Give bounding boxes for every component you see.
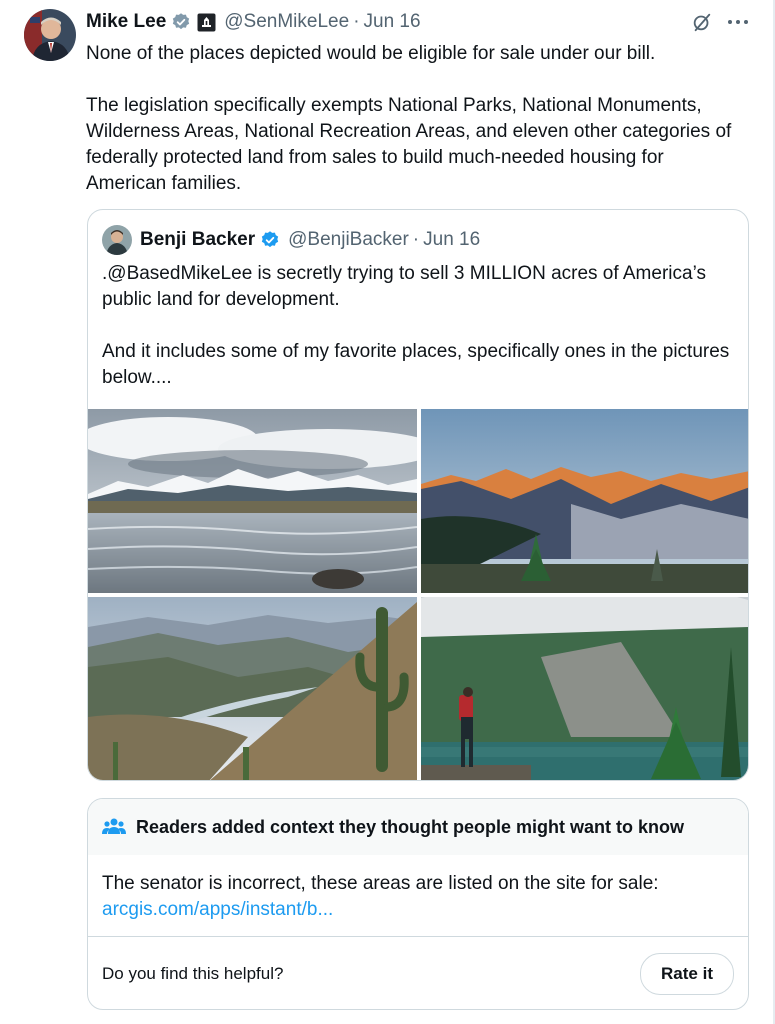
- quote-author-handle[interactable]: @BenjiBacker: [288, 229, 409, 251]
- photo-desert-saguaro[interactable]: [88, 597, 417, 780]
- rate-it-button[interactable]: Rate it: [640, 952, 734, 995]
- author-handle[interactable]: @SenMikeLee: [224, 11, 349, 33]
- photo-grid: [88, 409, 748, 780]
- verified-badge-icon: [171, 12, 191, 32]
- author-avatar[interactable]: [24, 9, 76, 61]
- government-affiliation-icon: [197, 13, 216, 32]
- quote-paragraph: .@BasedMikeLee is secretly trying to sel…: [102, 263, 706, 310]
- quote-author-avatar[interactable]: [102, 225, 132, 255]
- tweet-text: None of the places depicted would be eli…: [86, 41, 746, 197]
- photo-hiker-lake[interactable]: [421, 597, 748, 780]
- quote-text: .@BasedMikeLee is secretly trying to sel…: [102, 261, 732, 391]
- verified-badge-icon: [260, 230, 280, 250]
- quote-paragraph: And it includes some of my favorite plac…: [102, 341, 730, 388]
- community-note-text: The senator is incorrect, these areas ar…: [102, 873, 659, 894]
- community-note-body: The senator is incorrect, these areas ar…: [88, 855, 748, 937]
- more-options-icon[interactable]: [726, 10, 750, 34]
- quote-date[interactable]: Jun 16: [423, 229, 480, 251]
- grok-icon[interactable]: [690, 10, 714, 34]
- tweet-paragraph: None of the places depicted would be eli…: [86, 43, 656, 64]
- community-note-link[interactable]: arcgis.com/apps/instant/b...: [102, 897, 734, 923]
- separator-dot: ·: [412, 229, 420, 250]
- author-name[interactable]: Mike Lee: [86, 11, 166, 33]
- tweet-actions: [690, 10, 750, 34]
- tweet-paragraph: The legislation specifically exempts Nat…: [86, 95, 732, 194]
- community-note-footer: Do you find this helpful? Rate it: [88, 936, 748, 1009]
- tweet-date[interactable]: Jun 16: [364, 11, 421, 33]
- photo-alpenglow-peaks[interactable]: [421, 409, 748, 593]
- community-note: Readers added context they thought peopl…: [87, 798, 749, 1010]
- quote-header: Benji Backer @BenjiBacker · Jun 16: [102, 225, 480, 255]
- photo-river-mountains[interactable]: [88, 409, 417, 593]
- helpful-question: Do you find this helpful?: [102, 963, 284, 983]
- tweet-header: Mike Lee @SenMikeLee · Jun 16: [86, 9, 421, 35]
- quote-author-name[interactable]: Benji Backer: [140, 229, 255, 251]
- community-note-title: Readers added context they thought peopl…: [136, 816, 685, 837]
- separator-dot: ·: [353, 11, 360, 32]
- people-group-icon: [102, 816, 126, 838]
- quoted-tweet[interactable]: Benji Backer @BenjiBacker · Jun 16 .@Bas…: [87, 209, 749, 781]
- community-note-header[interactable]: Readers added context they thought peopl…: [88, 799, 748, 855]
